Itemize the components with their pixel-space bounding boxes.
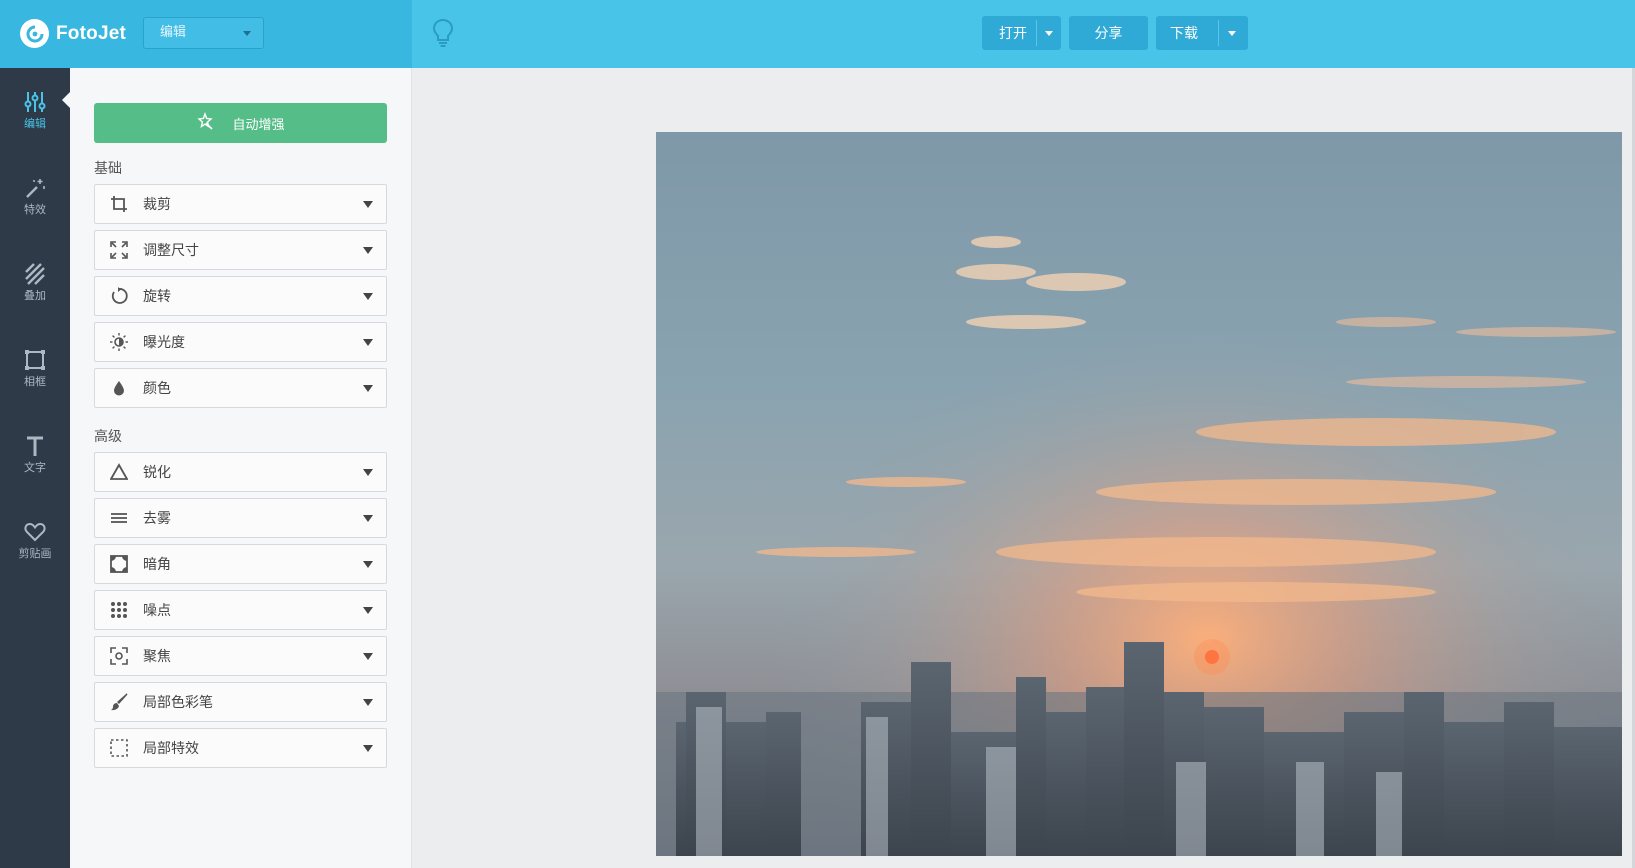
- tool-label: 去雾: [143, 511, 171, 527]
- rail-item-label: 编辑: [24, 117, 46, 130]
- selection-icon: [109, 738, 129, 758]
- tool-label: 锐化: [143, 465, 171, 481]
- sunset-cityscape-image: [656, 132, 1622, 856]
- download-button-label: 下载: [1170, 26, 1198, 42]
- divider: [1218, 20, 1219, 46]
- sharpen-icon: [109, 462, 129, 482]
- photo-canvas[interactable]: [656, 132, 1622, 856]
- tool-resize[interactable]: 调整尺寸: [94, 230, 387, 270]
- tool-noise[interactable]: 噪点: [94, 590, 387, 630]
- rail-item-text[interactable]: 文字: [0, 434, 70, 494]
- auto-enhance-button[interactable]: 自动增强: [94, 103, 387, 143]
- app-logo[interactable]: FotoJet: [20, 19, 126, 48]
- tool-label: 旋转: [143, 289, 171, 305]
- mode-select[interactable]: 编辑: [143, 17, 264, 49]
- chevron-down-icon: [363, 247, 373, 254]
- magic-wand-icon: [196, 111, 214, 134]
- section-advanced-title: 高级: [94, 429, 122, 445]
- chevron-down-icon: [363, 653, 373, 660]
- frame-icon: [0, 348, 70, 372]
- chevron-down-icon: [1045, 31, 1053, 36]
- tool-crop[interactable]: 裁剪: [94, 184, 387, 224]
- rail-item-overlay[interactable]: 叠加: [0, 262, 70, 322]
- tool-local-color-brush[interactable]: 局部色彩笔: [94, 682, 387, 722]
- chevron-down-icon: [363, 745, 373, 752]
- magic-wand-icon: [0, 176, 70, 200]
- overlay-stripes-icon: [0, 262, 70, 286]
- chevron-down-icon: [363, 561, 373, 568]
- brush-icon: [109, 692, 129, 712]
- top-bar: FotoJet 编辑 打开 分享 下载: [0, 0, 1635, 68]
- tool-label: 调整尺寸: [143, 243, 199, 259]
- open-button-label: 打开: [999, 26, 1027, 42]
- rotate-icon: [109, 286, 129, 306]
- tool-rotate[interactable]: 旋转: [94, 276, 387, 316]
- color-drop-icon: [109, 378, 129, 398]
- tool-label: 局部色彩笔: [143, 695, 213, 711]
- chevron-down-icon: [363, 607, 373, 614]
- resize-icon: [109, 240, 129, 260]
- rail-item-label: 相框: [24, 375, 46, 388]
- logo-area: FotoJet 编辑: [0, 0, 412, 68]
- tool-label: 聚焦: [143, 649, 171, 665]
- tool-dehaze[interactable]: 去雾: [94, 498, 387, 538]
- dehaze-icon: [109, 508, 129, 528]
- vignette-icon: [109, 554, 129, 574]
- chevron-down-icon: [363, 469, 373, 476]
- chevron-down-icon: [363, 385, 373, 392]
- text-icon: [0, 434, 70, 458]
- tool-vignette[interactable]: 暗角: [94, 544, 387, 584]
- tool-rail: 编辑 特效 叠加 相框 文字 剪贴画: [0, 68, 70, 868]
- rail-item-label: 特效: [24, 203, 46, 216]
- chevron-down-icon: [363, 293, 373, 300]
- tool-label: 噪点: [143, 603, 171, 619]
- fotojet-logo-icon: [20, 19, 49, 48]
- tool-color[interactable]: 颜色: [94, 368, 387, 408]
- heart-icon: [0, 520, 70, 544]
- share-button[interactable]: 分享: [1069, 16, 1148, 50]
- section-basic-title: 基础: [94, 161, 122, 177]
- chevron-down-icon: [243, 31, 251, 36]
- chevron-down-icon: [363, 515, 373, 522]
- rail-item-label: 文字: [24, 461, 46, 474]
- tool-focus[interactable]: 聚焦: [94, 636, 387, 676]
- tool-label: 暗角: [143, 557, 171, 573]
- tool-label: 裁剪: [143, 197, 171, 213]
- lightbulb-icon[interactable]: [432, 18, 454, 52]
- mode-select-value: 编辑: [160, 25, 187, 40]
- edit-panel: 自动增强 基础 裁剪 调整尺寸 旋转 曝光度 颜色 高级 锐化 去雾 暗角 噪点…: [70, 68, 412, 868]
- tool-local-effects[interactable]: 局部特效: [94, 728, 387, 768]
- rail-item-label: 剪贴画: [18, 547, 52, 560]
- open-button[interactable]: 打开: [982, 16, 1061, 50]
- chevron-down-icon: [363, 699, 373, 706]
- noise-icon: [109, 600, 129, 620]
- download-button[interactable]: 下载: [1156, 16, 1248, 50]
- rail-item-clipart[interactable]: 剪贴画: [0, 520, 70, 580]
- exposure-icon: [109, 332, 129, 352]
- tool-label: 颜色: [143, 381, 171, 397]
- download-menu-chevron-down-icon[interactable]: [1228, 31, 1236, 36]
- chevron-down-icon: [363, 201, 373, 208]
- sliders-icon: [0, 90, 70, 114]
- tool-label: 曝光度: [143, 335, 185, 351]
- auto-enhance-label: 自动增强: [232, 117, 285, 133]
- active-indicator: [62, 91, 71, 109]
- share-button-label: 分享: [1094, 26, 1123, 42]
- rail-item-effects[interactable]: 特效: [0, 176, 70, 236]
- app-name: FotoJet: [56, 22, 127, 44]
- tool-exposure[interactable]: 曝光度: [94, 322, 387, 362]
- chevron-down-icon: [363, 339, 373, 346]
- rail-item-frame[interactable]: 相框: [0, 348, 70, 408]
- rail-item-label: 叠加: [24, 289, 46, 302]
- crop-icon: [109, 194, 129, 214]
- tool-label: 局部特效: [143, 741, 199, 757]
- focus-icon: [109, 646, 129, 666]
- tool-sharpen[interactable]: 锐化: [94, 452, 387, 492]
- rail-item-edit[interactable]: 编辑: [0, 90, 70, 150]
- divider: [1036, 20, 1037, 46]
